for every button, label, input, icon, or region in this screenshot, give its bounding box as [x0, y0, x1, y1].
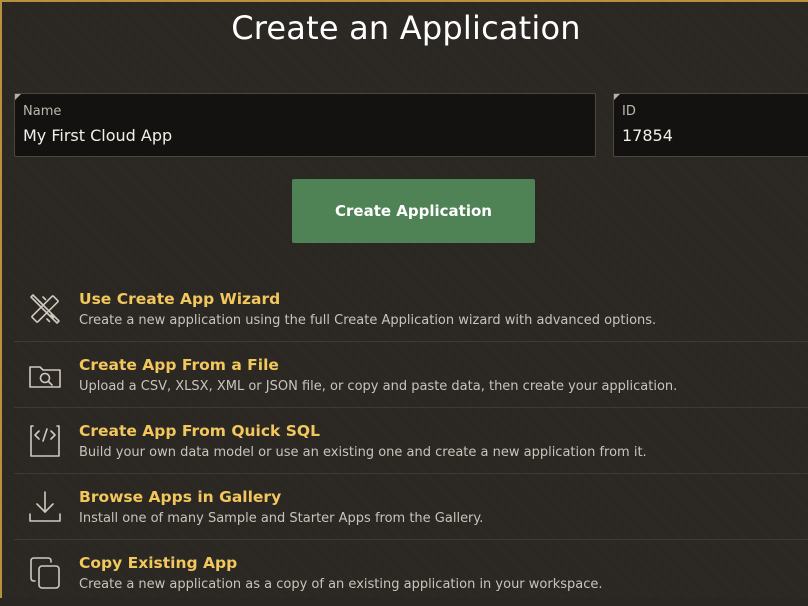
page-title: Create an Application [231, 9, 581, 47]
option-create-app-from-file[interactable]: Create App From a File Upload a CSV, XLS… [14, 342, 808, 408]
option-description: Upload a CSV, XLSX, XML or JSON file, or… [79, 379, 678, 394]
option-copy-existing-app[interactable]: Copy Existing App Create a new applicati… [14, 540, 808, 606]
option-create-app-wizard[interactable]: Use Create App Wizard Create a new appli… [14, 276, 808, 342]
name-field-label: Name [23, 104, 62, 119]
code-icon [26, 422, 64, 460]
option-description: Install one of many Sample and Starter A… [79, 511, 484, 526]
download-icon [26, 488, 64, 526]
id-field-label: ID [622, 104, 636, 119]
file-folder-search-icon [26, 356, 64, 394]
name-field[interactable]: Name [14, 93, 596, 157]
option-title: Create App From a File [79, 356, 279, 374]
copy-icon [26, 554, 64, 592]
option-title: Create App From Quick SQL [79, 422, 320, 440]
option-title: Use Create App Wizard [79, 290, 281, 308]
option-description: Create a new application as a copy of an… [79, 577, 603, 592]
id-input[interactable] [622, 126, 804, 145]
create-application-button[interactable]: Create Application [292, 179, 535, 243]
create-options-list: Use Create App Wizard Create a new appli… [14, 276, 808, 606]
option-description: Build your own data model or use an exis… [79, 445, 647, 460]
id-field[interactable]: ID [613, 93, 808, 157]
option-title: Browse Apps in Gallery [79, 488, 282, 506]
option-browse-apps-gallery[interactable]: Browse Apps in Gallery Install one of ma… [14, 474, 808, 540]
app-frame: Create an Application Name ID Create App… [0, 0, 808, 598]
wizard-icon [26, 290, 64, 328]
option-description: Create a new application using the full … [79, 313, 657, 328]
option-title: Copy Existing App [79, 554, 238, 572]
name-input[interactable] [23, 126, 587, 145]
option-create-app-from-quick-sql[interactable]: Create App From Quick SQL Build your own… [14, 408, 808, 474]
